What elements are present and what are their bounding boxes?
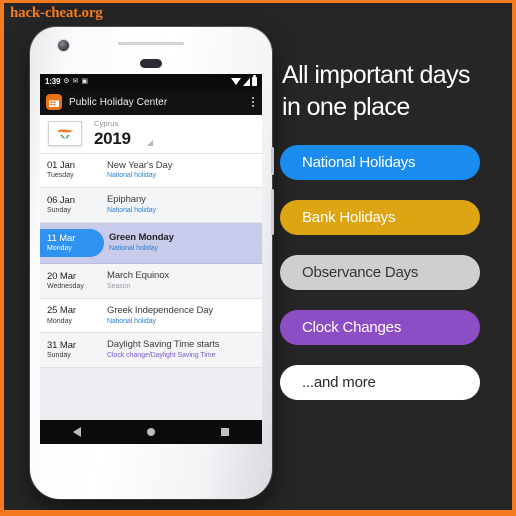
status-clock: 1:39 [45,77,61,86]
holiday-date: 31 Mar [47,340,76,352]
holiday-name: Daylight Saving Time starts [107,339,220,351]
proximity-sensor [140,59,162,68]
country-name: Cyprus [94,119,119,128]
country-year-selector[interactable]: Cyprus 2019 [40,115,262,154]
and-more-button[interactable]: ...and more [280,365,480,400]
national-holidays-button[interactable]: National Holidays [280,145,480,180]
feature-button-list: National Holidays Bank Holidays Observance… [280,145,480,400]
front-camera-icon [58,40,69,51]
holiday-weekday: Wednesday [47,282,84,290]
holiday-info-block: Green Monday National holiday [104,232,174,254]
android-status-bar: 1:39 ⚙ ✉ ▣ [40,74,262,89]
holiday-row[interactable]: 20 Mar Wednesday March Equinox Season [40,264,262,299]
holiday-date: 01 Jan [47,160,75,172]
button-label: Bank Holidays [302,209,396,226]
holiday-type: National holiday [107,317,157,325]
promo-screenshot: hack-cheat.org 1:39 ⚙ ✉ ▣ Public Holiday… [0,0,516,516]
app-title: Public Holiday Center [69,96,168,108]
holiday-date: 25 Mar [47,305,76,317]
holiday-row[interactable]: 31 Mar Sunday Daylight Saving Time starts C… [40,333,262,369]
country-year-text: Cyprus 2019 [94,120,153,147]
holiday-list[interactable]: 01 Jan Tuesday New Year's Day National holi… [40,153,262,369]
holiday-info-block: March Equinox Season [102,270,169,292]
holiday-date-block: 06 Jan Sunday [40,195,102,215]
button-label: National Holidays [302,154,416,171]
holiday-row[interactable]: 06 Jan Sunday Epiphany National holiday [40,188,262,223]
holiday-type: Clock change/Daylight Saving Time [107,352,216,360]
holiday-weekday: Monday [47,317,72,325]
holiday-type: National holiday [109,245,159,253]
button-label: Observance Days [302,264,419,281]
holiday-name: Green Monday [109,232,174,244]
holiday-date-block: 20 Mar Wednesday [40,271,102,291]
holiday-type: National holiday [107,207,157,214]
gear-icon: ⚙ [63,78,70,85]
holiday-weekday: Sunday [47,352,71,360]
holiday-weekday: Monday [47,244,72,252]
holiday-row[interactable]: 25 Mar Monday Greek Independence Day Nation… [40,298,262,334]
calendar-app-icon [46,94,62,110]
volume-button[interactable] [271,189,274,235]
holiday-info-block: Epiphany National holiday [102,194,156,216]
dropdown-caret-icon[interactable] [146,139,153,146]
app-toolbar: Public Holiday Center [40,89,262,115]
mail-icon: ✉ [72,78,79,85]
holiday-date: 20 Mar [47,270,76,282]
button-label: Clock Changes [302,319,402,336]
wifi-icon [231,78,241,85]
holiday-type: Season [107,283,131,291]
holiday-name: Epiphany [107,194,146,206]
holiday-info-block: Greek Independence Day National holiday [102,305,213,327]
holiday-info-block: New Year's Day National holiday [102,160,172,182]
holiday-name: Greek Independence Day [107,304,214,316]
holiday-date-block: 31 Mar Sunday [40,340,102,360]
holiday-name: March Equinox [107,270,170,282]
holiday-date: 06 Jan [47,194,75,206]
holiday-row[interactable]: 01 Jan Tuesday New Year's Day National holi… [40,153,262,189]
sdcard-icon: ▣ [81,78,88,85]
cyprus-flag [48,120,82,146]
year-row[interactable]: 2019 [94,130,153,147]
year-value: 2019 [94,128,131,148]
holiday-weekday: Tuesday [47,172,74,180]
holiday-date-block: 11 Mar Monday [40,228,104,258]
promo-panel: All important days in one place National… [280,59,480,400]
earpiece-speaker [118,42,184,45]
holiday-type: National holiday [107,172,157,180]
holiday-date-block: 01 Jan Tuesday [40,160,102,180]
button-label: ...and more [302,374,376,391]
page-title: All important days in one place [282,59,480,123]
bank-holidays-button[interactable]: Bank Holidays [280,200,480,235]
holiday-date-block: 25 Mar Monday [40,305,102,325]
holiday-info-block: Daylight Saving Time starts Clock change/… [102,339,220,361]
holiday-row[interactable]: 11 Mar Monday Green Monday National holiday [40,222,262,265]
back-icon[interactable] [73,427,81,437]
holiday-date: 11 Mar [47,232,76,244]
phone-display: 1:39 ⚙ ✉ ▣ Public Holiday Center Cyprus … [40,74,262,444]
power-button[interactable] [271,147,274,175]
android-nav-bar [40,420,262,444]
recents-icon[interactable] [221,428,229,436]
phone-mockup: 1:39 ⚙ ✉ ▣ Public Holiday Center Cyprus … [30,27,274,499]
home-icon[interactable] [147,428,155,436]
headline-line-2: in one place [282,93,410,121]
site-watermark: hack-cheat.org [10,5,103,21]
clock-changes-button[interactable]: Clock Changes [280,310,480,345]
observance-days-button[interactable]: Observance Days [280,255,480,290]
holiday-name: New Year's Day [107,159,173,171]
holiday-weekday: Sunday [47,206,71,214]
signal-icon [243,77,250,86]
battery-icon [252,75,257,86]
status-right-icons [231,75,257,86]
headline-line-1: All important days [282,61,471,89]
overflow-menu-icon[interactable] [250,95,256,109]
